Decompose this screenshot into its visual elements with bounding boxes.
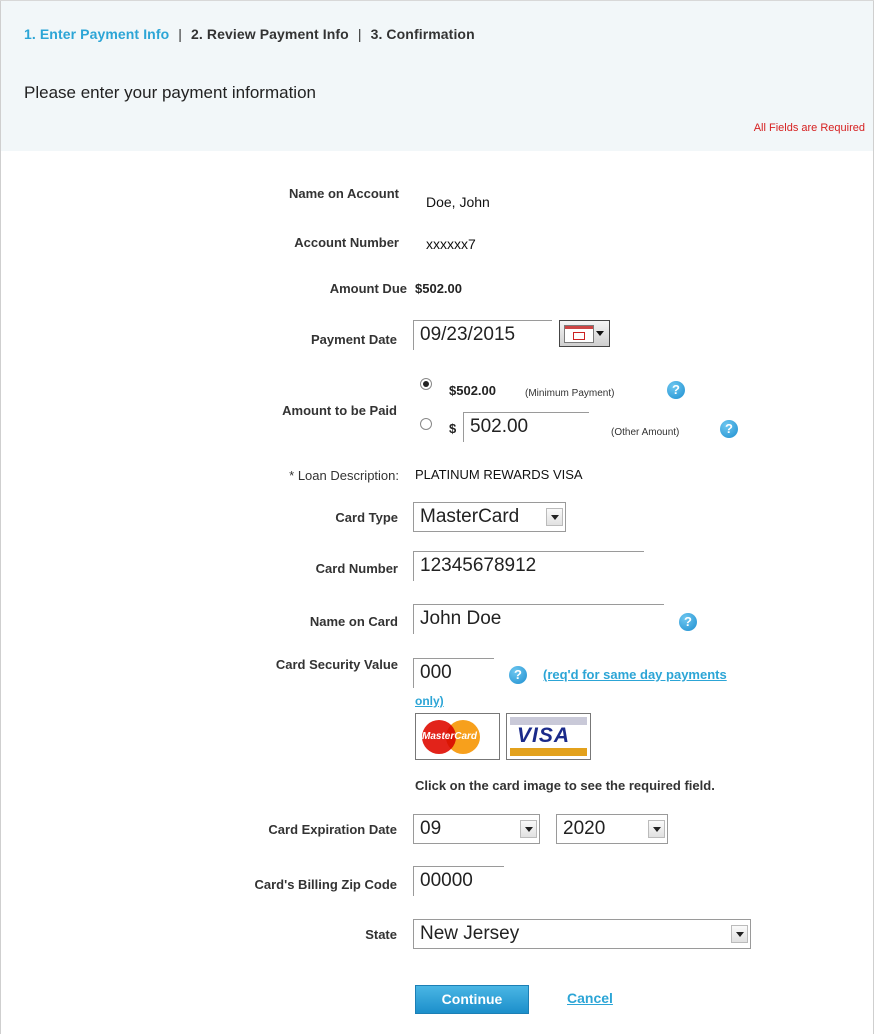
name-on-account-label: Name on Account: [288, 186, 399, 201]
help-icon[interactable]: ?: [720, 420, 738, 438]
page-instructions: Please enter your payment information: [24, 83, 316, 102]
card-security-value-input[interactable]: 000: [413, 658, 494, 688]
card-type-select[interactable]: MasterCard: [413, 502, 566, 532]
step-enter-payment: 1. Enter Payment Info: [24, 26, 170, 42]
minimum-payment-radio[interactable]: [420, 378, 432, 390]
visa-stripe-bottom: [510, 748, 587, 756]
calendar-icon: [564, 325, 594, 343]
card-security-value-label: Card Security Value: [275, 657, 398, 672]
chevron-down-icon: [648, 820, 665, 838]
amount-to-be-paid-label: Amount to be Paid: [282, 403, 397, 418]
loan-description-value: PLATINUM REWARDS VISA: [415, 467, 583, 482]
card-number-label: Card Number: [315, 561, 398, 576]
billing-zip-input[interactable]: 00000: [413, 866, 504, 896]
state-select[interactable]: New Jersey: [413, 919, 751, 949]
state-label: State: [365, 927, 397, 942]
step-confirmation: 3. Confirmation: [370, 26, 475, 42]
name-on-card-input[interactable]: John Doe: [413, 604, 664, 634]
step-breadcrumb: 1. Enter Payment Info | 2. Review Payment …: [24, 26, 475, 42]
currency-symbol: $: [449, 421, 457, 436]
continue-button[interactable]: Continue: [415, 985, 529, 1014]
payment-date-label: Payment Date: [311, 332, 397, 347]
same-day-payments-link[interactable]: (req'd for same day payments: [543, 667, 727, 682]
other-amount-radio[interactable]: [420, 418, 432, 430]
cancel-link[interactable]: Cancel: [567, 990, 613, 1006]
mastercard-logo-button[interactable]: MasterCard: [415, 713, 500, 760]
card-type-value: MasterCard: [420, 506, 520, 527]
visa-logo-button[interactable]: VISA: [506, 713, 591, 760]
step-review-payment: 2. Review Payment Info: [191, 26, 349, 42]
help-icon[interactable]: ?: [667, 381, 685, 399]
card-expiration-date-label: Card Expiration Date: [268, 822, 397, 837]
other-amount-input[interactable]: 502.00: [463, 412, 589, 442]
visa-logo-text: VISA: [517, 724, 571, 747]
required-note: All Fields are Required: [753, 122, 865, 134]
expiration-month-select[interactable]: 09: [413, 814, 540, 844]
state-value: New Jersey: [420, 923, 520, 944]
account-number-value: xxxxxx7: [426, 236, 476, 252]
billing-zip-label: Card's Billing Zip Code: [254, 877, 398, 892]
same-day-payments-link-continued[interactable]: only): [415, 694, 444, 708]
header-panel: [1, 1, 873, 151]
expiration-year-value: 2020: [563, 818, 606, 839]
card-image-hint: Click on the card image to see the requi…: [415, 778, 715, 793]
mastercard-logo-text: MasterCard: [422, 731, 478, 742]
amount-due-label: Amount Due: [329, 281, 407, 296]
amount-due-value: $502.00: [415, 281, 462, 296]
account-number-label: Account Number: [294, 235, 399, 250]
step-separator: |: [357, 26, 362, 42]
calendar-picker-button[interactable]: [559, 320, 610, 347]
other-amount-note: (Other Amount): [611, 427, 680, 438]
loan-description-label: * Loan Description:: [289, 468, 399, 483]
card-number-input[interactable]: 12345678912: [413, 551, 644, 581]
card-type-label: Card Type: [335, 510, 398, 525]
chevron-down-icon: [596, 331, 604, 336]
expiration-month-value: 09: [420, 818, 442, 839]
minimum-payment-note: (Minimum Payment): [525, 388, 615, 399]
payment-date-input[interactable]: 09/23/2015: [413, 320, 552, 350]
chevron-down-icon: [546, 508, 563, 526]
chevron-down-icon: [520, 820, 537, 838]
help-icon[interactable]: ?: [679, 613, 697, 631]
expiration-year-select[interactable]: 2020: [556, 814, 668, 844]
name-on-card-label: Name on Card: [309, 614, 398, 629]
chevron-down-icon: [731, 925, 748, 943]
help-icon[interactable]: ?: [509, 666, 527, 684]
name-on-account-value: Doe, John: [426, 194, 490, 210]
minimum-payment-amount: $502.00: [449, 383, 496, 398]
step-separator: |: [178, 26, 182, 42]
